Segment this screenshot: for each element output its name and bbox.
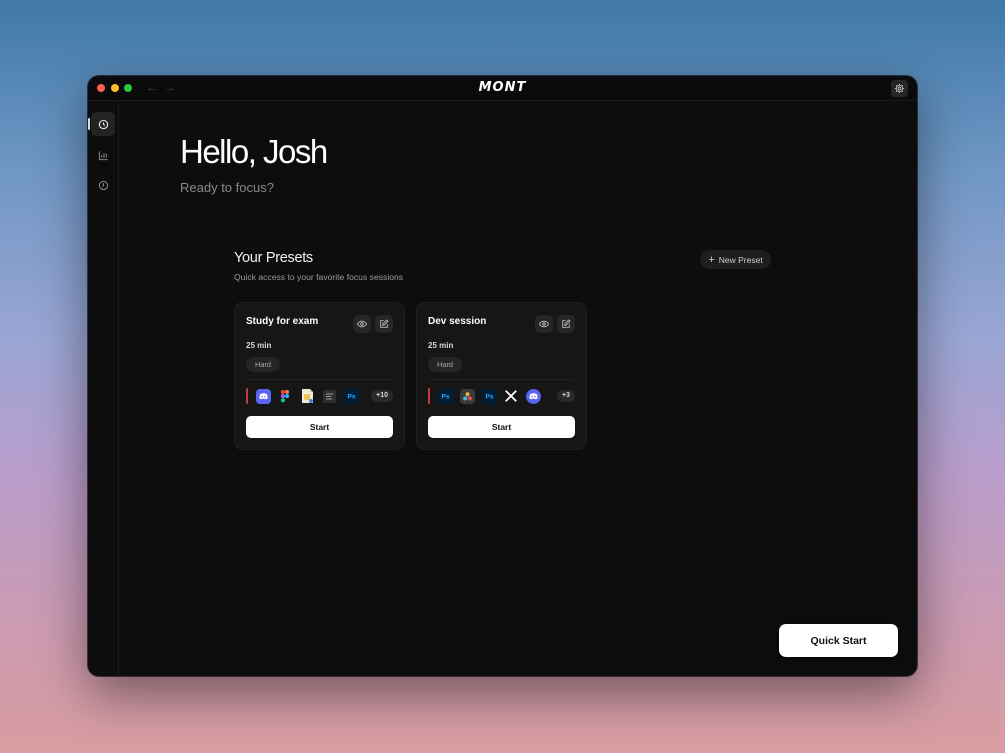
preset-card: Dev session 25 min Hard Ps Ps +3 Start bbox=[416, 302, 587, 450]
preset-name: Dev session bbox=[428, 316, 487, 327]
presets-heading: Your Presets bbox=[234, 250, 313, 266]
edit-icon bbox=[380, 319, 389, 328]
preview-button[interactable] bbox=[353, 315, 371, 333]
sidebar bbox=[88, 101, 119, 676]
eye-icon bbox=[539, 320, 549, 328]
blocked-apps-list: Ps Ps +3 bbox=[428, 386, 575, 406]
preset-duration: 25 min bbox=[428, 341, 454, 350]
quick-start-button[interactable]: Quick Start bbox=[779, 624, 898, 657]
start-button[interactable]: Start bbox=[428, 416, 575, 438]
difficulty-badge: Hard bbox=[428, 357, 463, 372]
figma-icon bbox=[277, 388, 293, 404]
sidebar-item-stats[interactable] bbox=[91, 143, 115, 167]
new-preset-label: New Preset bbox=[718, 254, 763, 265]
edit-icon bbox=[562, 319, 571, 328]
sidebar-item-focus[interactable] bbox=[91, 112, 115, 136]
document-icon bbox=[299, 388, 315, 404]
gear-icon bbox=[894, 83, 905, 94]
sidebar-item-history[interactable] bbox=[91, 173, 115, 197]
bar-chart-icon bbox=[98, 150, 108, 160]
x-icon bbox=[503, 388, 519, 404]
photoshop-icon: Ps bbox=[437, 388, 453, 404]
new-preset-button[interactable]: + New Preset bbox=[700, 250, 771, 269]
blocked-indicator bbox=[428, 388, 430, 404]
more-apps-badge: +3 bbox=[557, 390, 575, 402]
title-bar: ← → MONT bbox=[88, 76, 917, 101]
discord-icon bbox=[525, 388, 541, 404]
davinci-resolve-icon bbox=[459, 388, 475, 404]
edit-button[interactable] bbox=[375, 315, 393, 333]
eye-icon bbox=[357, 320, 367, 328]
divider bbox=[246, 379, 393, 380]
difficulty-badge: Hard bbox=[246, 357, 281, 372]
presets-description: Quick access to your favorite focus sess… bbox=[234, 272, 404, 282]
divider bbox=[428, 379, 575, 380]
page-title: Hello, Josh bbox=[180, 133, 328, 170]
discord-icon bbox=[255, 388, 271, 404]
edit-button[interactable] bbox=[557, 315, 575, 333]
plus-icon: + bbox=[708, 253, 715, 266]
preset-duration: 25 min bbox=[246, 341, 272, 350]
photoshop-icon: Ps bbox=[481, 388, 497, 404]
settings-button[interactable] bbox=[891, 80, 908, 97]
preview-button[interactable] bbox=[535, 315, 553, 333]
preset-card: Study for exam 25 min Hard Ps +10 Start bbox=[234, 302, 405, 450]
app-window: ← → MONT Hello, Josh Ready to focus? You… bbox=[88, 76, 917, 676]
history-icon bbox=[98, 180, 108, 190]
svg-text:Ps: Ps bbox=[441, 393, 449, 400]
page-subtitle: Ready to focus? bbox=[180, 180, 274, 195]
more-apps-badge: +10 bbox=[371, 390, 393, 402]
clock-icon bbox=[98, 119, 108, 129]
blocked-indicator bbox=[246, 388, 248, 404]
app-logo: MONT bbox=[478, 80, 527, 95]
notes-icon bbox=[321, 388, 337, 404]
photoshop-icon: Ps bbox=[343, 388, 359, 404]
preset-name: Study for exam bbox=[246, 316, 319, 327]
svg-text:Ps: Ps bbox=[347, 393, 355, 400]
svg-text:Ps: Ps bbox=[485, 393, 493, 400]
blocked-apps-list: Ps +10 bbox=[246, 386, 393, 406]
start-button[interactable]: Start bbox=[246, 416, 393, 438]
active-indicator bbox=[88, 118, 90, 130]
